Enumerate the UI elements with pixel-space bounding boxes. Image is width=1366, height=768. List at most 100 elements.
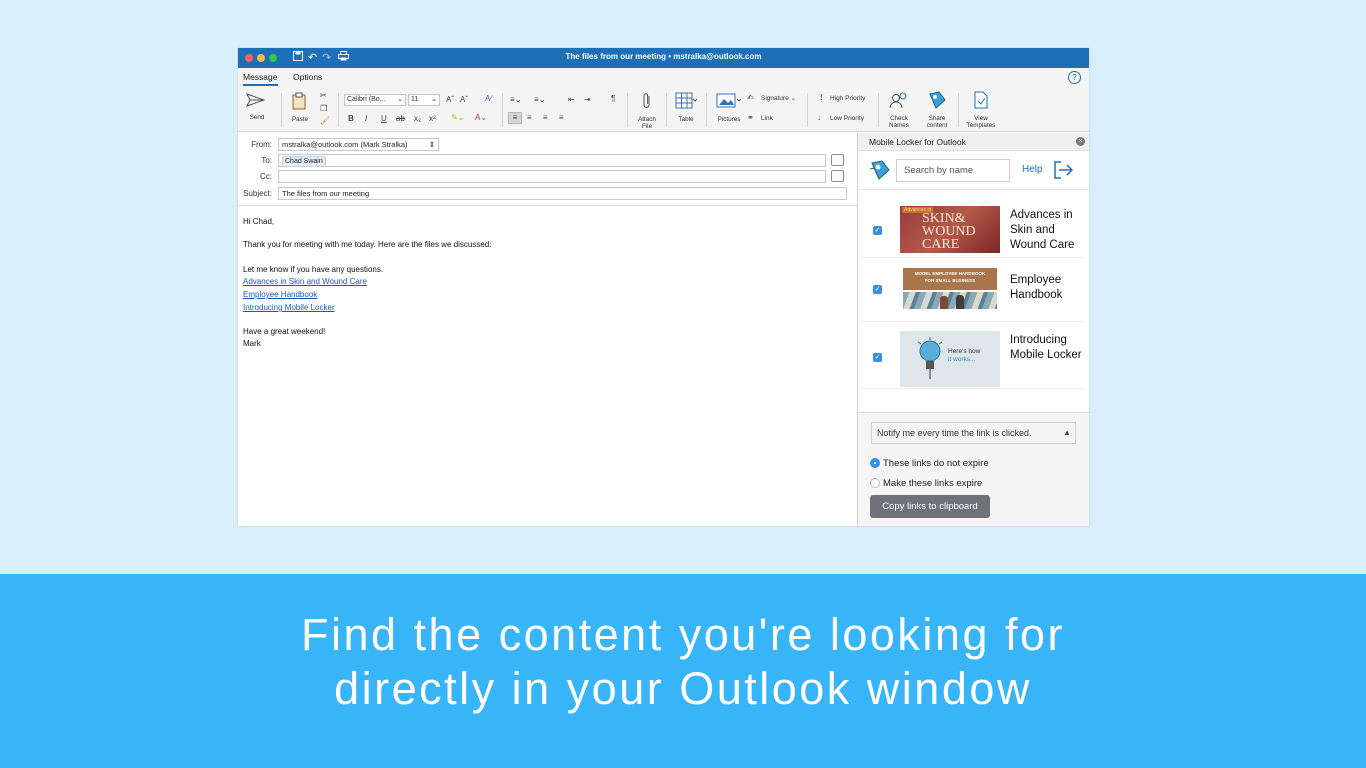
signature-button[interactable]: Signature ⌄ (761, 94, 796, 103)
highlight-icon[interactable]: ✎⌄ (451, 113, 464, 123)
subscript-icon[interactable]: x₂ (414, 114, 421, 124)
body-link-skin-wound[interactable]: Advances in Skin and Wound Care (243, 277, 367, 287)
strikethrough-icon[interactable]: ab (396, 114, 405, 124)
list-item[interactable]: ✓ Advances in SKIN& WOUND CARE Advances … (862, 196, 1084, 258)
list-item[interactable]: ✓ Here's how it works... Introducing Mob… (862, 323, 1084, 389)
tab-options[interactable]: Options (293, 72, 322, 82)
body-greeting: Hi Chad, (243, 217, 275, 226)
templates-icon (964, 91, 998, 115)
mobile-locker-logo-icon (869, 159, 891, 181)
paragraph-marks-icon[interactable]: ¶ (611, 94, 615, 104)
radio-label-no-expire: These links do not expire (883, 458, 989, 469)
banner-line-2: directly in your Outlook window (334, 663, 1032, 714)
thumbnail-employee-handbook: MODEL EMPLOYEE HANDBOOK FOR SMALL BUSINE… (900, 268, 1000, 315)
from-select[interactable]: mstralka@outlook.com (Mark Stralka) ⇕ (278, 138, 439, 151)
item-checkbox[interactable]: ✓ (873, 226, 882, 235)
item-title: Advances in Skin and Wound Care (1010, 209, 1075, 251)
logout-icon[interactable] (1052, 159, 1074, 181)
low-priority-button[interactable]: Low Priority (830, 114, 864, 123)
body-line: Thank you for meeting with me today. Her… (243, 240, 492, 249)
stepper-icon: ▲ (1063, 428, 1071, 437)
notify-select[interactable]: Notify me every time the link is clicked… (871, 422, 1076, 444)
banner-line-1: Find the content you're looking for (301, 609, 1065, 660)
font-size-select[interactable]: 11 ⌄ (408, 94, 440, 106)
body-line: Let me know if you have any questions. (243, 265, 384, 274)
panel-header: Mobile Locker for Outlook × (858, 133, 1089, 151)
to-field[interactable]: Chad Swain (278, 154, 826, 167)
justify-icon[interactable]: ≡ (559, 113, 564, 123)
lightbulb-icon (917, 337, 943, 379)
font-color-icon[interactable]: A⌄ (475, 113, 487, 123)
clear-formatting-icon[interactable]: A∕ (485, 94, 492, 104)
recipient-chip[interactable]: Chad Swain (282, 156, 326, 167)
item-title: Introducing Mobile Locker (1010, 334, 1082, 361)
link-icon[interactable]: ⚭ (747, 113, 754, 123)
signature-icon[interactable]: ✍ (747, 93, 754, 103)
address-book-icon[interactable] (831, 170, 844, 182)
numbering-icon[interactable]: ≡⌄ (534, 95, 545, 105)
low-priority-icon[interactable]: ↓ (817, 113, 821, 123)
italic-icon[interactable]: I (365, 114, 367, 124)
item-checkbox[interactable]: ✓ (873, 353, 882, 362)
copy-icon[interactable]: ❐ (320, 104, 327, 114)
table-button[interactable]: Table (672, 92, 700, 123)
body-closing: Have a great weekend! (243, 327, 326, 336)
subject-row: Subject: The files from our meeting (238, 186, 857, 202)
cc-field[interactable] (278, 170, 826, 183)
decrease-indent-icon[interactable]: ⇤ (568, 95, 575, 105)
panel-search-bar: Search by name Help (858, 151, 1089, 190)
check-names-button[interactable]: Check Names (884, 91, 914, 129)
high-priority-icon[interactable]: ! (820, 93, 823, 103)
body-link-mobile-locker[interactable]: Introducing Mobile Locker (243, 303, 335, 313)
window-title: The files from our meeting • mstralka@ou… (565, 52, 762, 61)
grow-font-icon[interactable]: Aˆ (446, 95, 454, 105)
thumbnail-skin-wound: Advances in SKIN& WOUND CARE (900, 206, 1000, 253)
share-options: Notify me every time the link is clicked… (858, 414, 1089, 526)
copy-links-button[interactable]: Copy links to clipboard (870, 495, 990, 518)
view-templates-button[interactable]: View Templates (964, 91, 998, 129)
send-icon (244, 92, 270, 114)
radio-expire[interactable] (870, 478, 880, 488)
item-checkbox[interactable]: ✓ (873, 285, 882, 294)
pictures-button[interactable]: Pictures (714, 92, 744, 123)
item-title: Employee Handbook (1010, 274, 1063, 301)
subject-label: Subject: (243, 189, 272, 198)
align-right-icon[interactable]: ≡ (543, 113, 548, 123)
font-name-select[interactable]: Calibri (Bo... ⌄ (344, 94, 406, 106)
help-icon[interactable]: ? (1068, 71, 1081, 84)
search-input[interactable]: Search by name (896, 159, 1010, 182)
picture-icon (714, 92, 744, 116)
cut-icon[interactable]: ✂ (320, 91, 327, 101)
table-icon (672, 92, 700, 116)
to-label: To: (261, 156, 272, 165)
link-button[interactable]: Link (761, 114, 773, 123)
ribbon-toolbar: Send Paste ✂ ❐ 🖌 Calibri (Bo... ⌄ 11 ⌄ Aˆ … (238, 87, 1089, 132)
chevron-down-icon: ⌄ (397, 96, 403, 103)
help-link[interactable]: Help (1022, 164, 1043, 175)
send-button[interactable]: Send (244, 92, 270, 121)
body-signature: Mark (243, 339, 261, 348)
attach-file-button[interactable]: Attach File (634, 92, 660, 130)
increase-indent-icon[interactable]: ⇥ (584, 95, 591, 105)
close-icon[interactable]: × (1076, 137, 1085, 146)
bullets-icon[interactable]: ≡⌄ (510, 95, 521, 105)
list-item[interactable]: ✓ MODEL EMPLOYEE HANDBOOK FOR SMALL BUSI… (862, 260, 1084, 322)
mobile-locker-panel: Mobile Locker for Outlook × Search by na… (857, 133, 1089, 526)
superscript-icon[interactable]: x² (429, 114, 436, 124)
align-center-icon[interactable]: ≡ (527, 113, 532, 123)
address-book-icon[interactable] (831, 154, 844, 166)
format-painter-icon[interactable]: 🖌 (320, 116, 330, 126)
header-divider (238, 205, 857, 206)
high-priority-button[interactable]: High Priority (830, 94, 865, 103)
shrink-font-icon[interactable]: Aˇ (460, 95, 468, 105)
body-link-employee-handbook[interactable]: Employee Handbook (243, 290, 317, 300)
paste-button[interactable]: Paste (288, 92, 312, 123)
tab-message[interactable]: Message (243, 72, 278, 86)
align-left-icon[interactable]: ≡ (508, 112, 522, 124)
bold-icon[interactable]: B (348, 114, 354, 124)
share-content-button[interactable]: Share content (922, 91, 952, 129)
subject-field[interactable]: The files from our meeting (278, 187, 847, 200)
caption-banner: Find the content you're looking for dire… (0, 574, 1366, 768)
underline-icon[interactable]: U (381, 114, 387, 124)
radio-no-expire[interactable] (870, 458, 880, 468)
